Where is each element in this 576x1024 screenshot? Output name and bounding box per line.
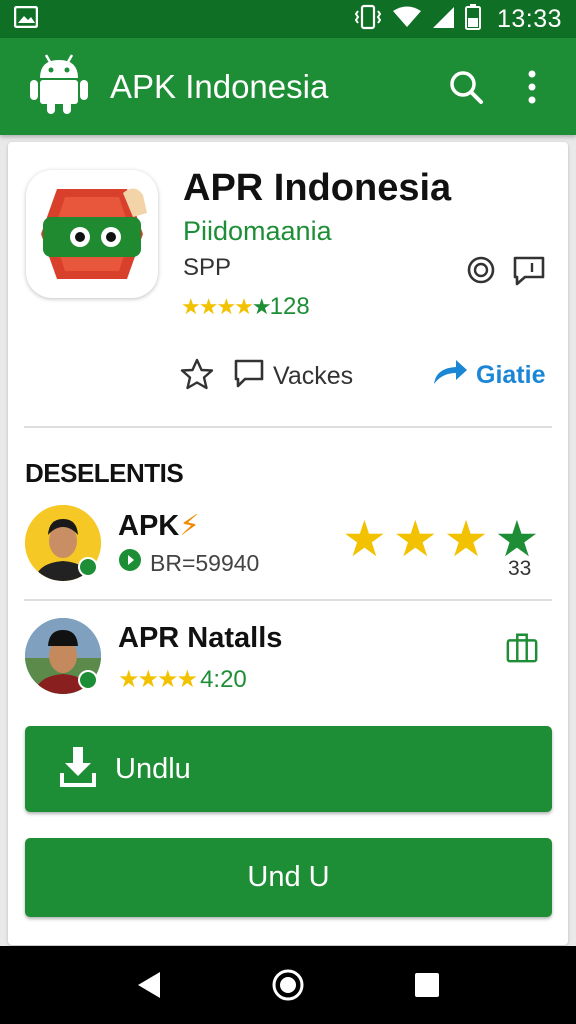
back-icon[interactable] [127,963,171,1007]
verified-badge-icon [78,557,98,577]
app-icon [26,170,158,298]
divider [24,426,552,428]
app-bar: APK Indonesia [0,38,576,135]
secondary-button-label: Und U [247,861,330,893]
reviews-action-label: Vackes [273,362,354,390]
divider [24,599,552,601]
download-button-label: Undlu [115,752,191,785]
status-time: 13:33 [496,4,562,33]
reviewer-sub: BR=59940 [118,548,259,578]
comment-icon [233,358,265,395]
secondary-button[interactable]: Und U [25,838,552,917]
app-title: APR Indonesia [183,167,452,209]
app-category: SPP [183,254,232,281]
reviewer-sub-text: BR=59940 [150,549,260,576]
star-icon: ★ [392,511,438,567]
rating-stars: ★★★★★ [181,294,272,319]
flame-icon: ⚡ [179,510,200,542]
share-icon [432,358,468,393]
android-icon [28,52,90,121]
star-icon: ★ [443,511,489,567]
signal-icon [431,5,455,34]
more-vert-icon[interactable] [510,65,554,109]
gift-icon[interactable] [505,630,539,664]
reviewer-name: APR Natalls [118,622,283,654]
home-icon[interactable] [266,963,310,1007]
feedback-icon[interactable] [512,253,546,287]
actions-row: Vackes Giatie [180,358,550,400]
reviewer-rating: ★★★★ 4:20 [118,665,247,694]
navigation-bar [0,946,576,1024]
app-rating: ★★★★★ 128 [181,293,310,321]
reviews-action[interactable]: Vackes [233,358,353,395]
verified-badge-icon [78,670,98,690]
star-icon: ★ [342,511,387,567]
share-action-label: Giatie [476,361,546,389]
big-rating-count: 33 [508,557,532,580]
section-title: DESELENTIS [25,458,184,488]
search-icon[interactable] [444,65,488,109]
rating-count: 128 [269,293,310,320]
developer-link[interactable]: Piidomaania [183,216,332,247]
rating-stars: ★★★★ [118,666,198,693]
download-icon [59,745,97,794]
star-outline-icon[interactable] [180,358,214,390]
copyright-icon[interactable] [464,253,498,287]
recents-icon[interactable] [405,963,449,1007]
status-bar: 13:33 [0,0,576,38]
share-action[interactable]: Giatie [432,358,545,393]
reviewer-name: APK⚡ [118,510,200,542]
download-button[interactable]: Undlu [25,726,552,812]
play-circle-icon [118,548,142,578]
reviewer-rating-value: 4:20 [200,665,247,693]
image-icon [13,5,39,33]
vibrate-icon [353,4,383,35]
wifi-icon [392,6,421,33]
battery-icon [464,3,481,35]
app-bar-title: APK Indonesia [110,67,329,105]
